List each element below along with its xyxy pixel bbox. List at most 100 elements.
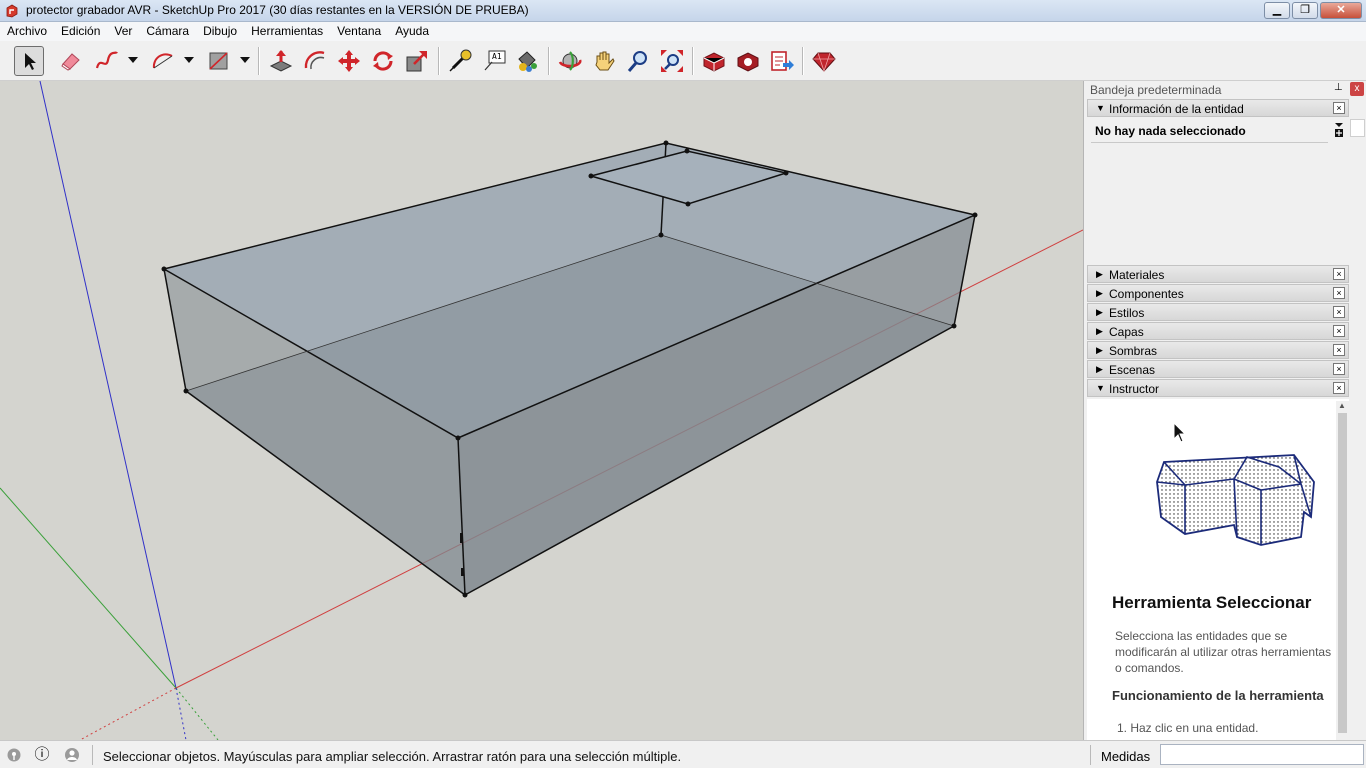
measures-input[interactable] (1160, 744, 1364, 765)
close-icon[interactable]: × (1333, 287, 1345, 299)
panel-escenas-header[interactable]: ▶ Escenas × (1087, 360, 1349, 378)
entity-info-status: No hay nada seleccionado (1095, 124, 1246, 138)
panel-capas-header[interactable]: ▶ Capas × (1087, 322, 1349, 340)
geolocation-icon[interactable] (6, 747, 22, 763)
menu-archivo[interactable]: Archivo (0, 22, 54, 41)
maximize-button[interactable]: ❐ (1292, 2, 1318, 19)
push-pull-tool-button[interactable] (266, 46, 296, 76)
toolbar: A1 (0, 41, 1366, 81)
info-icon[interactable]: ⓘ (34, 747, 50, 763)
collapsed-triangle-icon: ▶ (1096, 288, 1103, 298)
rotate-tool-button[interactable] (368, 46, 398, 76)
user-account-icon[interactable] (64, 747, 80, 763)
menu-camara[interactable]: Cámara (139, 22, 196, 41)
move-tool-button[interactable] (334, 46, 364, 76)
3d-warehouse-button[interactable] (699, 46, 729, 76)
panel-sombras-header[interactable]: ▶ Sombras × (1087, 341, 1349, 359)
tray-title: Bandeja predeterminada (1090, 83, 1222, 97)
toolbar-separator (438, 47, 440, 75)
close-icon[interactable]: × (1333, 363, 1345, 375)
zoom-tool-button[interactable] (623, 46, 653, 76)
entity-info-divider (1091, 142, 1328, 143)
instructor-scrollbar[interactable]: ▲ (1336, 401, 1349, 740)
pan-tool-button[interactable] (589, 46, 619, 76)
scroll-up-arrow-icon[interactable]: ▲ (1338, 401, 1346, 410)
rectangle-tool-button[interactable] (204, 46, 234, 76)
zoom-extents-tool-button[interactable] (657, 46, 687, 76)
eraser-tool-button[interactable] (56, 46, 86, 76)
panel-entity-info-label: Información de la entidad (1109, 102, 1244, 116)
menu-dibujo[interactable]: Dibujo (196, 22, 244, 41)
tape-measure-tool-icon (449, 49, 472, 72)
arc-tool-button[interactable] (148, 46, 178, 76)
collapsed-triangle-icon: ▶ (1096, 364, 1103, 374)
move-tool-icon (338, 50, 360, 72)
pin-icon[interactable]: ⊥ (1334, 82, 1346, 96)
collapsed-triangle-icon: ▶ (1096, 269, 1103, 279)
orbit-tool-button[interactable] (555, 46, 585, 76)
panel-instructor-label: Instructor (1109, 382, 1160, 396)
menu-ventana[interactable]: Ventana (330, 22, 388, 41)
text-tool-button[interactable]: A1 (480, 46, 510, 76)
menu-herramientas[interactable]: Herramientas (244, 22, 330, 41)
panel-estilos-label: Estilos (1109, 306, 1145, 320)
collapsed-triangle-icon: ▶ (1096, 326, 1103, 336)
select-tool-button[interactable] (14, 46, 44, 76)
freehand-tool-icon (95, 51, 118, 69)
tray-scrollbar[interactable] (1350, 119, 1365, 137)
warehouse-tool-icon (703, 52, 725, 72)
entity-info-menu-icon[interactable] (1333, 122, 1345, 138)
expanded-triangle-icon: ▼ (1096, 103, 1105, 113)
status-divider (92, 745, 93, 765)
rectangle-dropdown-arrow[interactable] (240, 53, 250, 67)
window-title: protector grabador AVR - SketchUp Pro 20… (26, 3, 529, 17)
close-icon[interactable]: × (1333, 382, 1345, 394)
instructor-scroll-thumb[interactable] (1338, 413, 1347, 733)
mouse-cursor-icon (1173, 422, 1187, 443)
menu-ver[interactable]: Ver (107, 22, 139, 41)
instructor-body: Herramienta Seleccionar Selecciona las e… (1087, 399, 1349, 740)
instructor-subtitle: Funcionamiento de la herramienta (1112, 688, 1324, 703)
minimize-button[interactable]: ▁ (1264, 2, 1290, 19)
menu-bar: Archivo Edición Ver Cámara Dibujo Herram… (0, 22, 1366, 41)
close-icon[interactable]: × (1333, 325, 1345, 337)
paint-bucket-tool-button[interactable] (512, 46, 542, 76)
offset-tool-button[interactable] (300, 46, 330, 76)
tray-close-button[interactable]: x (1350, 82, 1364, 96)
close-icon[interactable]: × (1333, 306, 1345, 318)
panel-entity-info-header[interactable]: ▼ Información de la entidad × (1087, 99, 1349, 117)
model-canvas[interactable] (0, 81, 1083, 740)
tape-measure-tool-button[interactable] (445, 46, 475, 76)
pan-tool-icon (595, 51, 615, 71)
close-icon[interactable]: × (1333, 344, 1345, 356)
status-divider (1090, 745, 1091, 765)
panel-componentes-header[interactable]: ▶ Componentes × (1087, 284, 1349, 302)
chevron-down-icon (128, 57, 138, 63)
ruby-console-icon (812, 52, 836, 73)
ruby-console-button[interactable] (809, 46, 839, 76)
menu-ayuda[interactable]: Ayuda (388, 22, 436, 41)
freehand-dropdown-arrow[interactable] (128, 53, 138, 67)
chevron-down-icon (240, 57, 250, 63)
panel-materiales-header[interactable]: ▶ Materiales × (1087, 265, 1349, 283)
arc-dropdown-arrow[interactable] (184, 53, 194, 67)
freehand-tool-button[interactable] (92, 46, 122, 76)
entity-info-body: No hay nada seleccionado (1087, 119, 1349, 266)
offset-tool-icon (304, 51, 325, 70)
drawing-viewport[interactable] (0, 81, 1083, 740)
red-axis-negative (79, 687, 177, 740)
extension-warehouse-button[interactable] (733, 46, 763, 76)
expanded-triangle-icon: ▼ (1096, 383, 1105, 393)
close-icon[interactable]: × (1333, 102, 1345, 114)
close-window-button[interactable]: ✕ (1320, 2, 1362, 19)
panel-instructor-header[interactable]: ▼ Instructor × (1087, 379, 1349, 397)
close-icon[interactable]: × (1333, 268, 1345, 280)
panel-componentes-label: Componentes (1109, 287, 1184, 301)
instructor-description: Selecciona las entidades que se modifica… (1115, 629, 1332, 675)
panel-escenas-label: Escenas (1109, 363, 1156, 377)
panel-estilos-header[interactable]: ▶ Estilos × (1087, 303, 1349, 321)
toolbar-separator (692, 47, 694, 75)
menu-edicion[interactable]: Edición (54, 22, 107, 41)
send-to-layout-button[interactable] (767, 46, 797, 76)
scale-tool-button[interactable] (402, 46, 432, 76)
